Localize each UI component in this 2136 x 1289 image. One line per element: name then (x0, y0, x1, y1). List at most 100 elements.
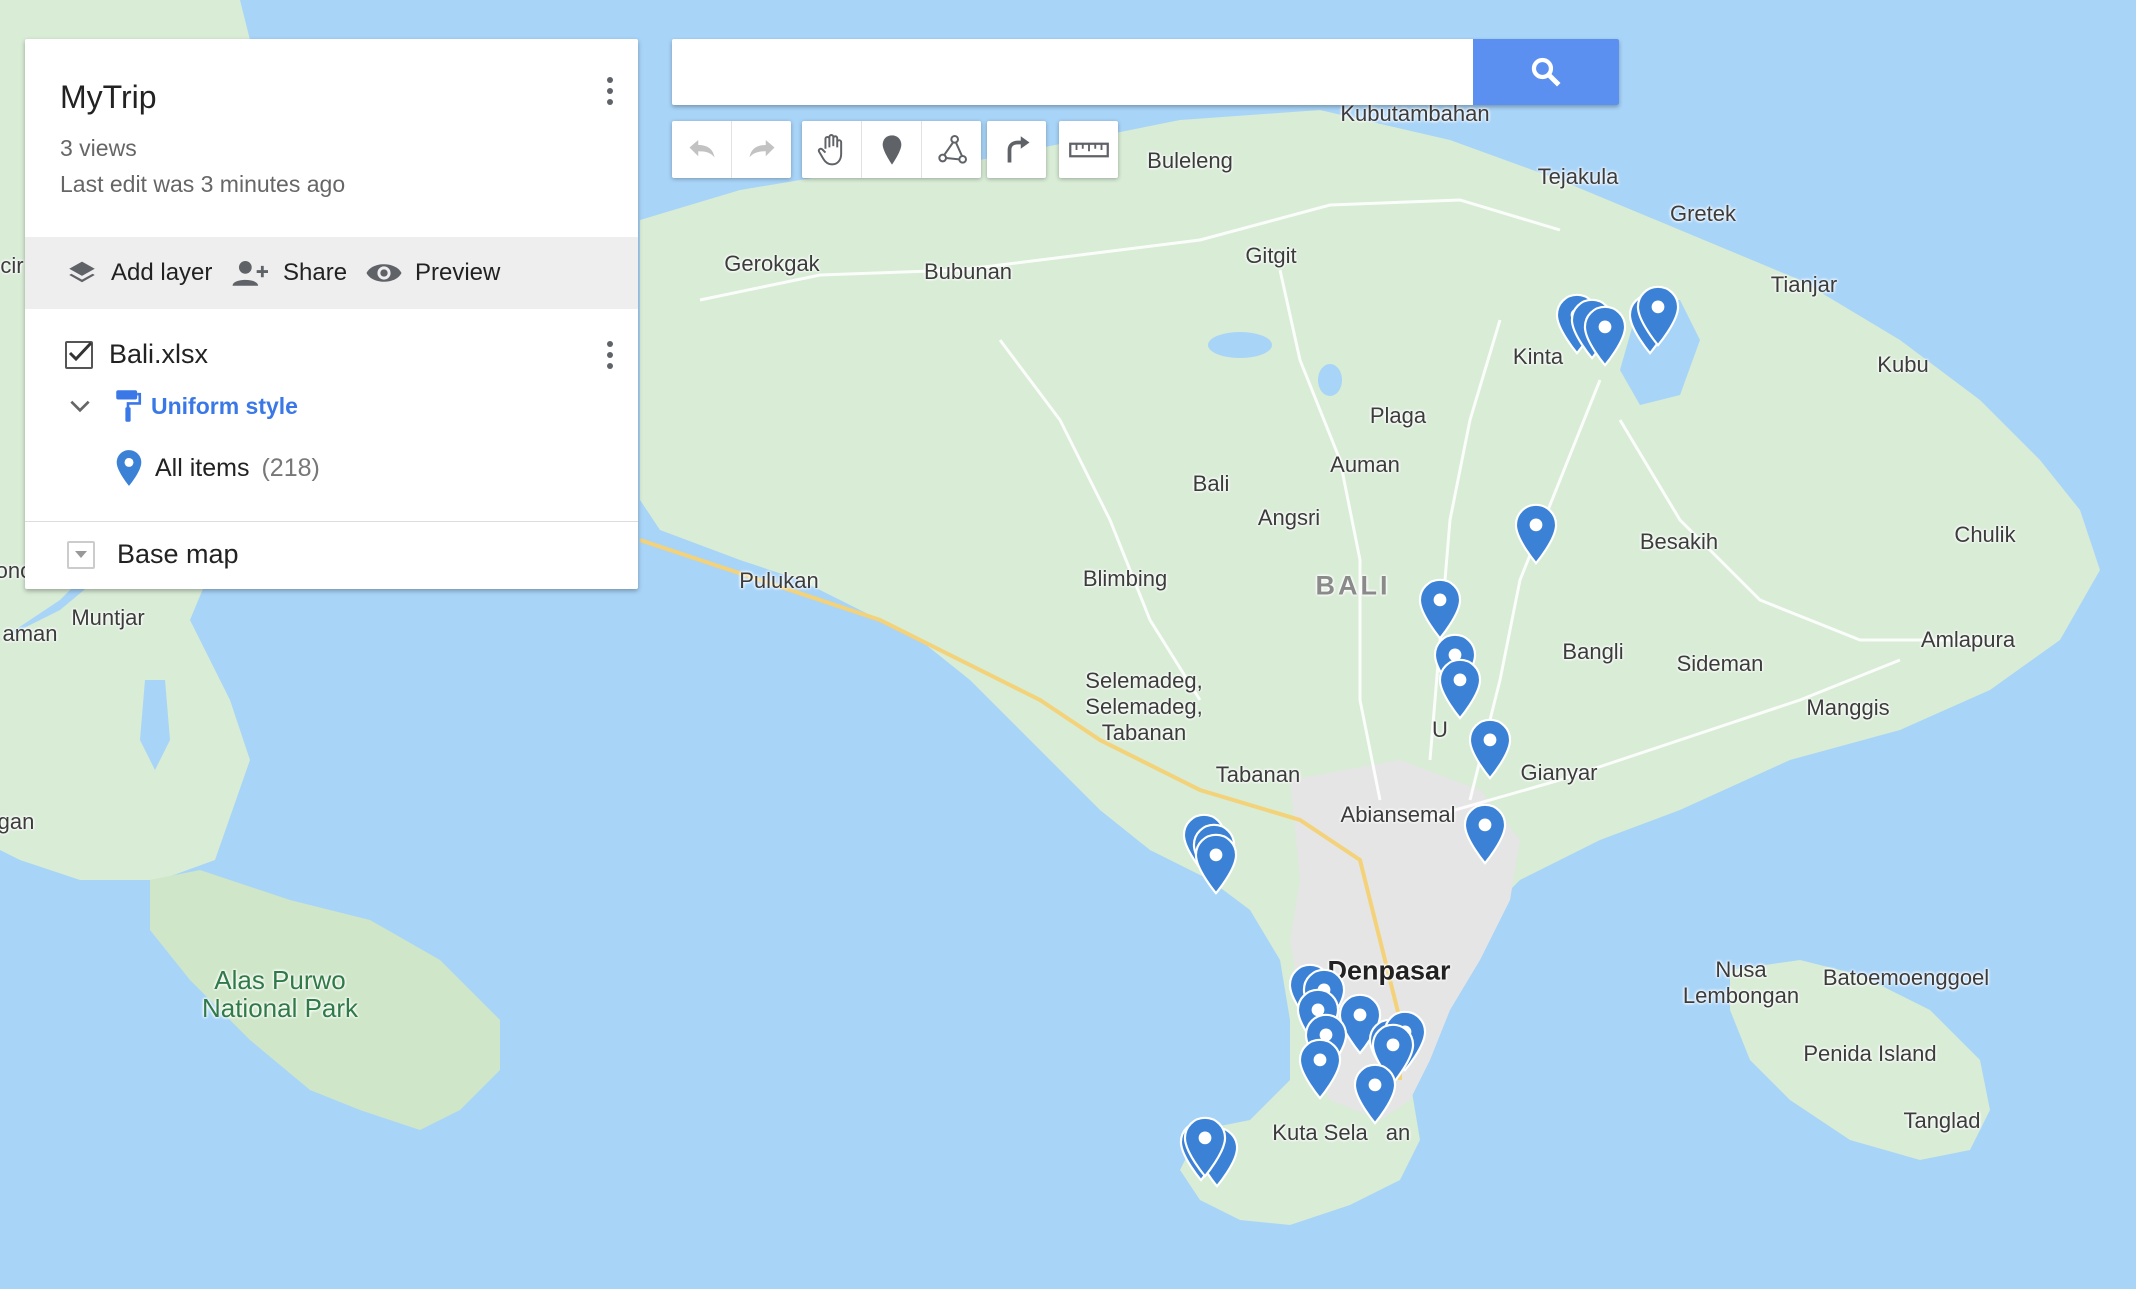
place-blimbing: Blimbing (1082, 566, 1168, 591)
map-marker[interactable] (1438, 658, 1482, 720)
marker-pin-icon (1298, 1038, 1342, 1100)
marker-pin-icon (1514, 503, 1558, 565)
place-auman: Auman (1330, 452, 1400, 477)
map-marker[interactable] (1183, 1116, 1227, 1178)
add-layer-button[interactable]: Add layer (65, 237, 212, 309)
place-tabanan: Tabanan (1215, 762, 1301, 787)
map-marker[interactable] (1353, 1063, 1397, 1125)
layer-style-row: Uniform style (67, 389, 298, 423)
layer-items-row[interactable]: All items (218) (115, 449, 320, 487)
marker-pin-icon (1194, 833, 1238, 895)
marker-pin-icon (1353, 1063, 1397, 1125)
marker-icon (116, 450, 142, 486)
preview-label: Preview (415, 259, 501, 286)
place-gretek: Gretek (1669, 201, 1737, 226)
items-label: All items (155, 453, 250, 482)
marker-pin-icon (1583, 305, 1627, 367)
place-bangli: Bangli (1562, 639, 1624, 664)
place-nusa-lembongan: Nusa Lembongan (1682, 957, 1800, 1008)
line-icon (937, 134, 967, 164)
layer-visibility-checkbox[interactable] (65, 340, 93, 369)
place-penida: Penida Island (1803, 1041, 1937, 1066)
place-gerokgak: Gerokgak (724, 251, 820, 276)
hand-tool-button[interactable] (802, 121, 862, 178)
place-besakih: Besakih (1639, 529, 1719, 554)
place-plaga: Plaga (1369, 403, 1427, 428)
share-button[interactable]: Share (231, 237, 347, 309)
map-views-count: 3 views (60, 135, 137, 161)
base-map-toggle-icon[interactable] (67, 540, 95, 569)
place-bubunan: Bubunan (923, 259, 1013, 284)
history-toolbar (672, 121, 791, 178)
marker-pin-icon (1183, 1116, 1227, 1178)
place-angsri: Angsri (1257, 505, 1321, 530)
directions-toolbar (987, 121, 1046, 178)
place-tejakula: Tejakula (1537, 164, 1619, 189)
map-marker[interactable] (1636, 285, 1680, 347)
place-kubu: Kubu (1877, 352, 1929, 377)
map-last-edit: Last edit was 3 minutes ago (60, 171, 346, 197)
search-icon (1531, 57, 1561, 87)
base-map-row[interactable]: Base map (67, 539, 239, 570)
marker-icon (882, 134, 901, 165)
eye-icon (366, 264, 402, 282)
place-gitgit: Gitgit (1245, 243, 1297, 268)
ruler-icon (1068, 142, 1109, 157)
search-input[interactable] (672, 39, 1474, 105)
map-marker[interactable] (1194, 833, 1238, 895)
place-abiansemal: Abiansemal (1340, 802, 1456, 827)
place-sideman: Sideman (1676, 651, 1764, 676)
layer-row: Bali.xlsx (65, 339, 208, 370)
preview-button[interactable]: Preview (365, 237, 500, 309)
layer-options-menu-icon[interactable] (595, 333, 625, 377)
style-selector[interactable]: Uniform style (113, 389, 298, 423)
marker-pin-icon (1636, 285, 1680, 347)
marker-pin-icon (1438, 658, 1482, 720)
place-edge-aman: aman (2, 621, 58, 646)
share-label: Share (283, 259, 348, 286)
map-marker[interactable] (1514, 503, 1558, 565)
undo-icon (689, 139, 714, 157)
redo-button[interactable] (732, 121, 791, 178)
panel-action-bar: Add layer Share Preview (25, 237, 638, 309)
place-buleleng: Buleleng (1147, 148, 1233, 173)
place-pulukan: Pulukan (739, 568, 819, 593)
style-label: Uniform style (151, 392, 298, 419)
place-muntjar: Muntjar (71, 605, 145, 630)
map-marker[interactable] (1468, 718, 1512, 780)
marker-pin-icon (1463, 803, 1507, 865)
place-edge-cir: cir (0, 253, 24, 278)
measure-toolbar (1059, 121, 1118, 178)
map-marker[interactable] (1583, 305, 1627, 367)
map-marker[interactable] (1298, 1038, 1342, 1100)
add-person-icon (232, 260, 268, 286)
place-manggis: Manggis (1806, 695, 1890, 720)
place-chulik: Chulik (1954, 522, 2016, 547)
drawing-toolbar (802, 121, 981, 178)
add-marker-button[interactable] (862, 121, 922, 178)
panel-divider (25, 521, 638, 522)
layer-name[interactable]: Bali.xlsx (109, 339, 208, 370)
directions-icon (1007, 135, 1029, 162)
directions-button[interactable] (987, 121, 1046, 178)
place-amlapura: Amlapura (1920, 627, 2016, 652)
place-bali-town: Bali (1192, 471, 1230, 496)
chevron-down-icon[interactable] (67, 393, 93, 419)
place-gianyar: Gianyar (1520, 760, 1598, 785)
undo-button[interactable] (672, 121, 732, 178)
base-map-label: Base map (117, 539, 239, 569)
map-marker[interactable] (1463, 803, 1507, 865)
map-options-menu-icon[interactable] (595, 69, 625, 113)
search-button[interactable] (1473, 39, 1619, 105)
draw-line-button[interactable] (922, 121, 981, 178)
map-title[interactable]: MyTrip (60, 79, 157, 116)
search-bar (672, 39, 1619, 105)
map-marker[interactable] (1418, 578, 1462, 640)
map-legend-panel: MyTrip 3 views Last edit was 3 minutes a… (25, 39, 638, 589)
measure-button[interactable] (1059, 121, 1118, 178)
place-bali-region: BALI (1315, 570, 1391, 601)
place-ubud: U (1432, 717, 1448, 742)
place-edge-gan: gan (0, 809, 35, 834)
redo-icon (749, 139, 774, 157)
checkmark-icon (68, 341, 93, 361)
